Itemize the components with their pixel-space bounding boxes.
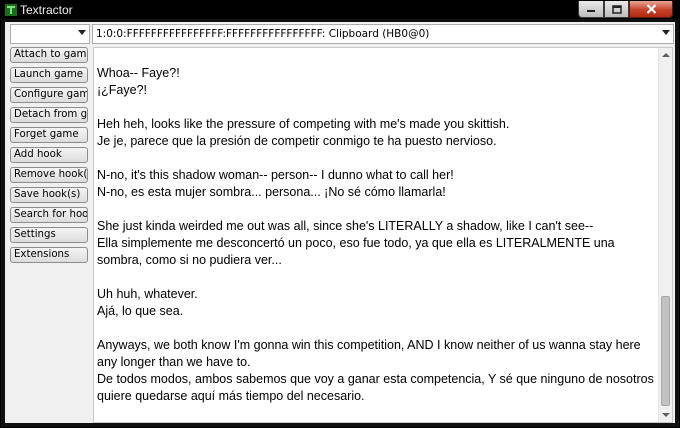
text-output-content: Whoa-- Faye?! ¡¿Faye?! Heh heh, looks li… [97,65,657,422]
english-line: Uh huh, whatever. [97,287,198,301]
app-window: Textractor 1:0:0:FFFFFFFFFFFFFFFF:FFFFFF… [0,0,680,428]
spanish-line: Je je, parece que la presión de competir… [97,134,497,148]
vertical-scrollbar[interactable] [658,48,672,422]
title-bar[interactable]: Textractor [1,1,679,19]
sidebar-button-panel: Attach to game Launch game Configure gam… [10,47,90,267]
english-line: Whoa-- Faye?! [97,66,180,80]
maximize-button[interactable] [604,1,629,18]
text-block: Heh heh, looks like the pressure of comp… [97,116,657,150]
attach-to-game-button[interactable]: Attach to game [10,47,88,63]
text-block: Whoa-- Faye?! ¡¿Faye?! [97,65,657,99]
process-select[interactable] [10,24,90,44]
text-block: Uh huh, whatever. Ajá, lo que sea. [97,286,657,320]
english-line: She just kinda weirded me out was all, s… [97,219,594,233]
extensions-button[interactable]: Extensions [10,247,88,263]
scrollbar-thumb[interactable] [661,296,670,406]
window-title: Textractor [20,3,73,17]
window-controls [578,1,673,18]
add-hook-button[interactable]: Add hook [10,147,88,163]
text-block: N-no, it's this shadow woman-- person-- … [97,167,657,201]
minimize-button[interactable] [578,1,604,18]
english-line: Anyways, we both know I'm gonna win this… [97,338,641,369]
text-output-pane[interactable]: Whoa-- Faye?! ¡¿Faye?! Heh heh, looks li… [93,47,673,423]
main-client-area: 1:0:0:FFFFFFFFFFFFFFFF:FFFFFFFFFFFFFFFF:… [5,22,675,423]
chevron-down-icon [78,30,86,35]
hook-select[interactable]: 1:0:0:FFFFFFFFFFFFFFFF:FFFFFFFFFFFFFFFF:… [92,24,674,44]
text-block: Anyways, we both know I'm gonna win this… [97,337,657,405]
spanish-line: De todos modos, ambos sabemos que voy a … [97,372,654,403]
text-block: She just kinda weirded me out was all, s… [97,218,657,269]
chevron-down-icon [662,30,670,35]
arrow-up-icon [661,53,670,57]
search-for-hooks-button[interactable]: Search for hooks [10,207,88,223]
spanish-line: ¡¿Faye?! [97,83,148,97]
spanish-line: Ajá, lo que sea. [97,304,184,318]
scroll-up-button[interactable] [659,48,672,62]
arrow-down-icon [661,413,670,417]
remove-hooks-button[interactable]: Remove hook(s) [10,167,88,183]
close-icon [646,4,656,14]
settings-button[interactable]: Settings [10,227,88,243]
hook-select-value: 1:0:0:FFFFFFFFFFFFFFFF:FFFFFFFFFFFFFFFF:… [96,28,430,40]
maximize-icon [611,4,622,14]
minimize-icon [587,10,595,12]
spanish-line: N-no, es esta mujer sombra... persona...… [97,185,446,199]
save-hooks-button[interactable]: Save hook(s) [10,187,88,203]
textractor-app-icon [5,4,17,16]
detach-from-game-button[interactable]: Detach from game [10,107,88,123]
spanish-line: Ella simplemente me desconcertó un poco,… [97,236,615,267]
configure-game-button[interactable]: Configure game [10,87,88,103]
english-line: Heh heh, looks like the pressure of comp… [97,117,510,131]
scroll-down-button[interactable] [659,408,672,422]
close-button[interactable] [629,1,673,18]
english-line: N-no, it's this shadow woman-- person-- … [97,168,454,182]
forget-game-button[interactable]: Forget game [10,127,88,143]
launch-game-button[interactable]: Launch game [10,67,88,83]
